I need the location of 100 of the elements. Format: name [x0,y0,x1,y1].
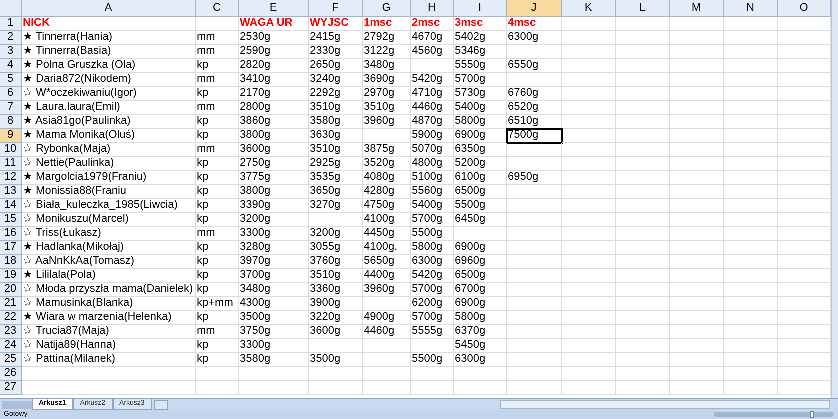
table-cell: 3390g [239,199,309,213]
empty-cell [724,283,778,297]
column-header[interactable]: A [22,0,196,17]
row-number[interactable]: 15 [0,213,22,227]
table-cell: 3510g [309,101,363,115]
table-cell: 3410g [239,73,309,87]
select-all-corner[interactable] [0,0,22,17]
table-cell: 2415g [309,31,363,45]
new-sheet-icon[interactable] [154,400,168,410]
sheet-nav-icon[interactable] [2,401,32,409]
row-number[interactable]: 7 [0,101,22,115]
column-header[interactable]: K [562,0,616,17]
empty-cell [507,213,562,227]
empty-cell [724,213,778,227]
row-number[interactable]: 14 [0,199,22,213]
table-cell: ☆ Rybonka(Maja) [22,143,196,157]
vertical-scrollbar[interactable] [831,0,838,398]
table-cell: 5730g [454,87,507,101]
column-header[interactable]: M [670,0,724,17]
row-number[interactable]: 24 [0,339,22,353]
table-cell: 6300g [411,255,454,269]
empty-cell [239,381,309,395]
table-cell: ★ Asia81go(Paulinka) [22,115,196,129]
table-cell: 5450g [454,339,507,353]
table-cell: 3480g [363,59,411,73]
column-header[interactable]: L [616,0,670,17]
row-number[interactable]: 6 [0,87,22,101]
row-number[interactable]: 5 [0,73,22,87]
row-number[interactable]: 12 [0,171,22,185]
empty-cell [507,325,562,339]
column-header[interactable]: C [196,0,239,17]
table-cell: kp [196,157,239,171]
empty-cell [363,339,411,353]
table-cell: 6900g [454,241,507,255]
empty-cell [670,129,724,143]
empty-cell [562,185,616,199]
horizontal-scrollbar[interactable] [500,400,830,409]
row-number[interactable]: 25 [0,353,22,367]
column-header[interactable]: I [454,0,507,17]
row-number[interactable]: 19 [0,269,22,283]
empty-cell [454,381,507,395]
row-number[interactable]: 26 [0,367,22,381]
empty-cell [363,129,411,143]
empty-cell [724,269,778,283]
empty-cell [724,73,778,87]
table-cell: 4750g [363,199,411,213]
empty-cell [507,297,562,311]
column-header[interactable]: J [507,0,562,17]
table-cell: 5200g [454,157,507,171]
row-number[interactable]: 23 [0,325,22,339]
table-cell: 6300g [507,31,562,45]
row-number[interactable]: 3 [0,45,22,59]
row-number[interactable]: 13 [0,185,22,199]
row-number[interactable]: 17 [0,241,22,255]
empty-cell [363,367,411,381]
column-header[interactable]: G [363,0,411,17]
table-cell: 4400g [363,269,411,283]
row-number[interactable]: 27 [0,381,22,395]
empty-cell [724,185,778,199]
empty-cell [562,353,616,367]
column-header[interactable]: O [778,0,831,17]
row-number[interactable]: 20 [0,283,22,297]
table-cell: ★ Tinnerra(Basia) [22,45,196,59]
row-number[interactable]: 21 [0,297,22,311]
empty-cell [616,325,670,339]
empty-cell [507,311,562,325]
empty-cell [724,171,778,185]
table-cell: 6450g [454,213,507,227]
empty-cell [670,325,724,339]
row-number[interactable]: 10 [0,143,22,157]
row-number[interactable]: 8 [0,115,22,129]
table-cell: 4710g [411,87,454,101]
table-cell: 4460g [363,325,411,339]
zoom-slider-thumb[interactable] [810,411,814,418]
table-cell: ★ Laura.laura(Emil) [22,101,196,115]
table-cell: kp [196,269,239,283]
row-number[interactable]: 1 [0,17,22,31]
table-cell: ★ Daria872(Nikodem) [22,73,196,87]
table-cell: kp [196,59,239,73]
row-number[interactable]: 22 [0,311,22,325]
column-header[interactable]: E [239,0,309,17]
empty-cell [562,213,616,227]
row-number[interactable]: 16 [0,227,22,241]
empty-cell [724,31,778,45]
column-header[interactable]: F [309,0,363,17]
table-cell: 3960g [363,115,411,129]
column-header[interactable]: H [411,0,454,17]
row-number[interactable]: 9 [0,129,22,143]
empty-cell [616,227,670,241]
empty-cell [670,353,724,367]
table-cell: 2792g [363,31,411,45]
table-cell: 5700g [411,311,454,325]
column-header[interactable]: N [724,0,778,17]
empty-cell [507,227,562,241]
row-number[interactable]: 4 [0,59,22,73]
table-cell: kp [196,339,239,353]
row-number[interactable]: 11 [0,157,22,171]
row-number[interactable]: 18 [0,255,22,269]
table-cell: ★ Polna Gruszka (Ola) [22,59,196,73]
row-number[interactable]: 2 [0,31,22,45]
